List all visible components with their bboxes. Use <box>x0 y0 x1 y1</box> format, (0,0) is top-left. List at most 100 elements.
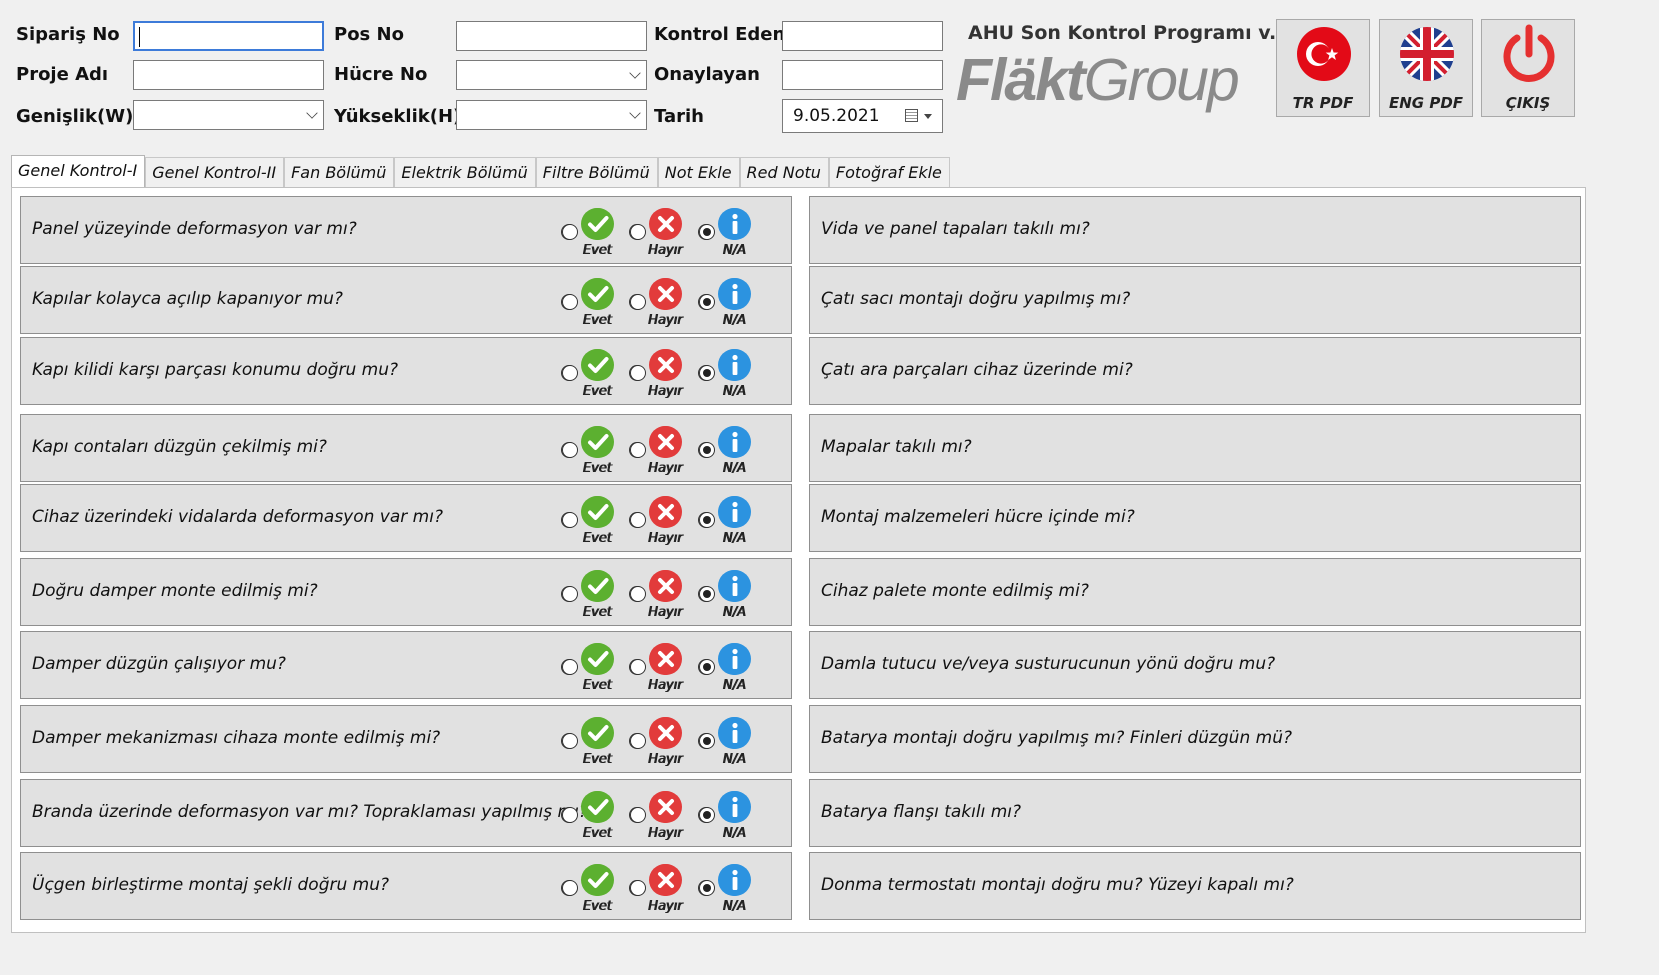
info-icon[interactable] <box>719 349 751 381</box>
info-icon[interactable] <box>719 426 751 458</box>
tab-red-notu[interactable]: Red Notu <box>739 157 829 187</box>
radio-na[interactable] <box>699 659 715 675</box>
option-label-yes: Evet <box>583 313 613 328</box>
check-icon[interactable] <box>582 717 614 749</box>
radio-na[interactable] <box>699 294 715 310</box>
cross-icon[interactable] <box>650 791 682 823</box>
tab-genel-kontrol-2[interactable]: Genel Kontrol-II <box>145 157 285 187</box>
option-label-na: N/A <box>723 243 747 258</box>
radio-yes[interactable] <box>562 442 578 458</box>
tab-not-ekle[interactable]: Not Ekle <box>657 157 740 187</box>
info-icon[interactable] <box>719 570 751 602</box>
radio-no[interactable] <box>630 880 646 896</box>
hucre-no-select[interactable] <box>456 60 647 90</box>
tr-pdf-label: TR PDF <box>1292 94 1354 112</box>
option-label-no: Hayır <box>648 461 684 476</box>
tr-pdf-button[interactable]: TR PDF <box>1276 19 1370 117</box>
cross-icon[interactable] <box>650 717 682 749</box>
check-icon[interactable] <box>582 496 614 528</box>
yukseklik-select[interactable] <box>456 100 647 130</box>
radio-no[interactable] <box>630 807 646 823</box>
info-icon[interactable] <box>719 717 751 749</box>
radio-yes[interactable] <box>562 512 578 528</box>
onaylayan-input[interactable] <box>782 60 943 90</box>
check-icon[interactable] <box>582 864 614 896</box>
cross-icon[interactable] <box>650 643 682 675</box>
radio-na[interactable] <box>699 512 715 528</box>
kontrol-eden-input[interactable] <box>782 21 943 51</box>
check-icon[interactable] <box>582 278 614 310</box>
radio-yes[interactable] <box>562 294 578 310</box>
question-text: Üçgen birleştirme montaj şekli doğru mu? <box>32 875 390 895</box>
onaylayan-label: Onaylayan <box>654 64 760 85</box>
tab-fotograf-ekle[interactable]: Fotoğraf Ekle <box>828 157 950 187</box>
radio-na[interactable] <box>699 586 715 602</box>
eng-pdf-button[interactable]: ENG PDF <box>1379 19 1473 117</box>
radio-na[interactable] <box>699 807 715 823</box>
radio-na[interactable] <box>699 442 715 458</box>
siparis-no-input[interactable] <box>133 21 324 51</box>
radio-yes[interactable] <box>562 659 578 675</box>
tab-elektrik-bolumu[interactable]: Elektrik Bölümü <box>394 157 536 187</box>
option-label-na: N/A <box>723 678 747 693</box>
proje-adi-label: Proje Adı <box>16 64 109 85</box>
info-icon[interactable] <box>719 278 751 310</box>
info-icon[interactable] <box>719 496 751 528</box>
check-icon[interactable] <box>582 349 614 381</box>
option-label-yes: Evet <box>583 384 613 399</box>
cross-icon[interactable] <box>650 278 682 310</box>
radio-yes[interactable] <box>562 807 578 823</box>
radio-no[interactable] <box>630 224 646 240</box>
cross-icon[interactable] <box>650 349 682 381</box>
radio-yes[interactable] <box>562 586 578 602</box>
cross-icon[interactable] <box>650 496 682 528</box>
radio-no[interactable] <box>630 586 646 602</box>
info-icon[interactable] <box>719 864 751 896</box>
check-icon[interactable] <box>582 426 614 458</box>
cross-icon[interactable] <box>650 570 682 602</box>
info-icon[interactable] <box>719 643 751 675</box>
tab-fan-bolumu[interactable]: Fan Bölümü <box>284 157 395 187</box>
uk-flag-icon <box>1400 27 1454 81</box>
exit-button[interactable]: ÇIKIŞ <box>1481 19 1575 117</box>
radio-no[interactable] <box>630 294 646 310</box>
radio-na[interactable] <box>699 224 715 240</box>
radio-no[interactable] <box>630 733 646 749</box>
radio-yes[interactable] <box>562 224 578 240</box>
cross-icon[interactable] <box>650 864 682 896</box>
radio-yes[interactable] <box>562 365 578 381</box>
checklist-row: Damla tutucu ve/veya susturucunun yönü d… <box>562 631 1581 699</box>
option-label-no: Hayır <box>648 605 684 620</box>
option-label-na: N/A <box>723 752 747 767</box>
proje-adi-input[interactable] <box>133 60 324 90</box>
radio-no[interactable] <box>630 512 646 528</box>
check-icon[interactable] <box>582 643 614 675</box>
pos-no-input[interactable] <box>456 21 647 51</box>
hucre-no-label: Hücre No <box>334 64 428 85</box>
genislik-select[interactable] <box>133 100 324 130</box>
radio-na[interactable] <box>699 733 715 749</box>
check-icon[interactable] <box>582 791 614 823</box>
question-text: Çatı ara parçaları cihaz üzerinde mi? <box>821 360 1133 380</box>
cross-icon[interactable] <box>650 208 682 240</box>
radio-yes[interactable] <box>562 880 578 896</box>
chevron-down-icon <box>306 107 318 119</box>
yukseklik-label: Yükseklik(H) <box>334 106 462 127</box>
option-label-na: N/A <box>723 899 747 914</box>
cross-icon[interactable] <box>650 426 682 458</box>
tarih-datepicker[interactable]: 9.05.2021 <box>782 99 943 133</box>
radio-no[interactable] <box>630 442 646 458</box>
check-icon[interactable] <box>582 208 614 240</box>
radio-no[interactable] <box>630 365 646 381</box>
radio-yes[interactable] <box>562 733 578 749</box>
check-icon[interactable] <box>582 570 614 602</box>
info-icon[interactable] <box>719 208 751 240</box>
tab-genel-kontrol-1[interactable]: Genel Kontrol-I <box>11 155 146 188</box>
tab-filtre-bolumu[interactable]: Filtre Bölümü <box>535 157 658 187</box>
option-label-na: N/A <box>723 461 747 476</box>
info-icon[interactable] <box>719 791 751 823</box>
radio-na[interactable] <box>699 880 715 896</box>
radio-no[interactable] <box>630 659 646 675</box>
radio-na[interactable] <box>699 365 715 381</box>
option-label-yes: Evet <box>583 826 613 841</box>
